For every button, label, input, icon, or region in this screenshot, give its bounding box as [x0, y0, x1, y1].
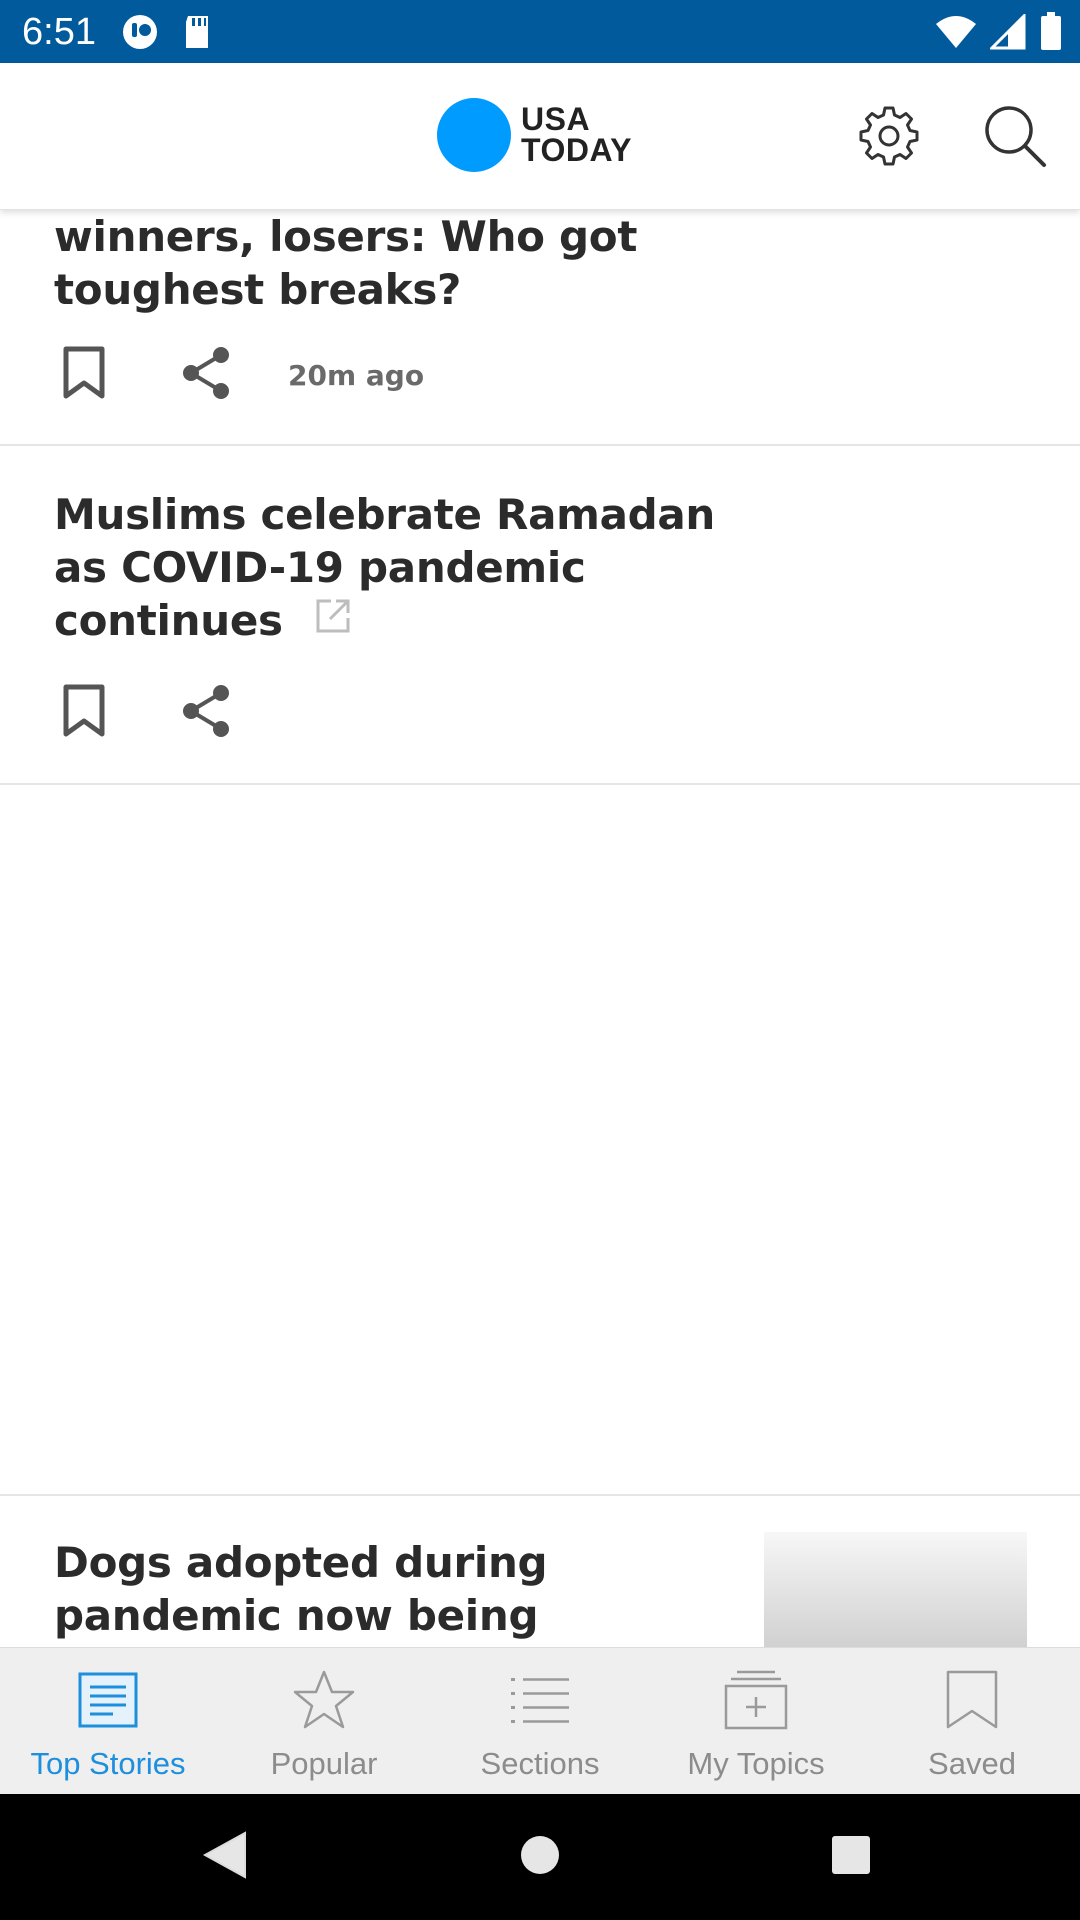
tab-my-topics[interactable]: My Topics	[648, 1648, 864, 1794]
tab-top-stories[interactable]: Top Stories	[0, 1648, 216, 1794]
tab-label: Saved	[928, 1746, 1016, 1781]
tab-popular[interactable]: Popular	[216, 1648, 432, 1794]
tab-label: Top Stories	[30, 1746, 186, 1781]
logo-line-usa: USA	[521, 101, 591, 137]
story-headline[interactable]: Dogs adopted during pandemic now being	[54, 1536, 714, 1642]
tab-saved[interactable]: Saved	[864, 1648, 1080, 1794]
share-button[interactable]	[176, 345, 236, 405]
tab-label: Popular	[270, 1746, 378, 1781]
search-icon	[982, 103, 1048, 174]
search-button[interactable]	[980, 103, 1050, 173]
bookmark-icon	[945, 1669, 999, 1736]
status-time: 6:51	[22, 11, 96, 53]
story-headline[interactable]: winners, losers: Who got toughest breaks…	[54, 210, 734, 316]
logo-line-today: TODAY	[521, 132, 632, 168]
add-topic-icon	[723, 1669, 789, 1736]
notification-icon	[120, 12, 160, 57]
settings-button[interactable]	[854, 103, 924, 173]
story-timestamp: 20m ago	[288, 358, 425, 392]
back-button[interactable]	[195, 1827, 255, 1887]
back-icon	[201, 1829, 249, 1886]
external-link-icon	[315, 593, 351, 646]
app-header: USA TODAY	[0, 63, 1080, 210]
newspaper-icon	[77, 1671, 139, 1734]
usa-today-logo[interactable]: USA TODAY	[437, 98, 632, 172]
recents-button[interactable]	[821, 1827, 881, 1887]
tab-label: My Topics	[687, 1746, 825, 1781]
status-bar: 6:51	[0, 0, 1080, 63]
gear-icon	[857, 104, 921, 173]
list-icon	[509, 1674, 571, 1731]
bookmark-button[interactable]	[54, 345, 114, 405]
tab-sections[interactable]: Sections	[432, 1648, 648, 1794]
app-screen: 6:51 USA TODAY winners, losers: Who got …	[0, 0, 1080, 1920]
home-icon	[518, 1833, 562, 1882]
cell-signal-icon	[988, 12, 1026, 55]
bookmark-icon	[62, 684, 106, 743]
star-icon	[292, 1669, 356, 1736]
logo-circle	[437, 98, 511, 172]
bookmark-icon	[62, 346, 106, 405]
story-card[interactable]: winners, losers: Who got toughest breaks…	[0, 210, 1080, 446]
bottom-tab-bar: Top Stories Popular Sections My Topics S…	[0, 1647, 1080, 1794]
story-card[interactable]: Dogs adopted during pandemic now being	[0, 1496, 1080, 1647]
battery-icon	[1040, 12, 1062, 57]
recents-icon	[830, 1834, 872, 1881]
share-icon	[179, 345, 233, 406]
story-card[interactable]: Muslims celebrate Ramadan as COVID-19 pa…	[0, 446, 1080, 785]
story-thumbnail[interactable]	[764, 1532, 1027, 1647]
tab-label: Sections	[480, 1746, 600, 1781]
sd-card-icon	[182, 12, 214, 57]
story-headline[interactable]: Muslims celebrate Ramadan as COVID-19 pa…	[54, 488, 734, 647]
story-feed[interactable]: winners, losers: Who got toughest breaks…	[0, 210, 1080, 1647]
share-button[interactable]	[176, 683, 236, 743]
navigation-bar	[0, 1794, 1080, 1920]
home-button[interactable]	[510, 1827, 570, 1887]
bookmark-button[interactable]	[54, 683, 114, 743]
blank-slot	[0, 785, 1080, 1496]
wifi-icon	[936, 14, 976, 55]
share-icon	[179, 683, 233, 744]
